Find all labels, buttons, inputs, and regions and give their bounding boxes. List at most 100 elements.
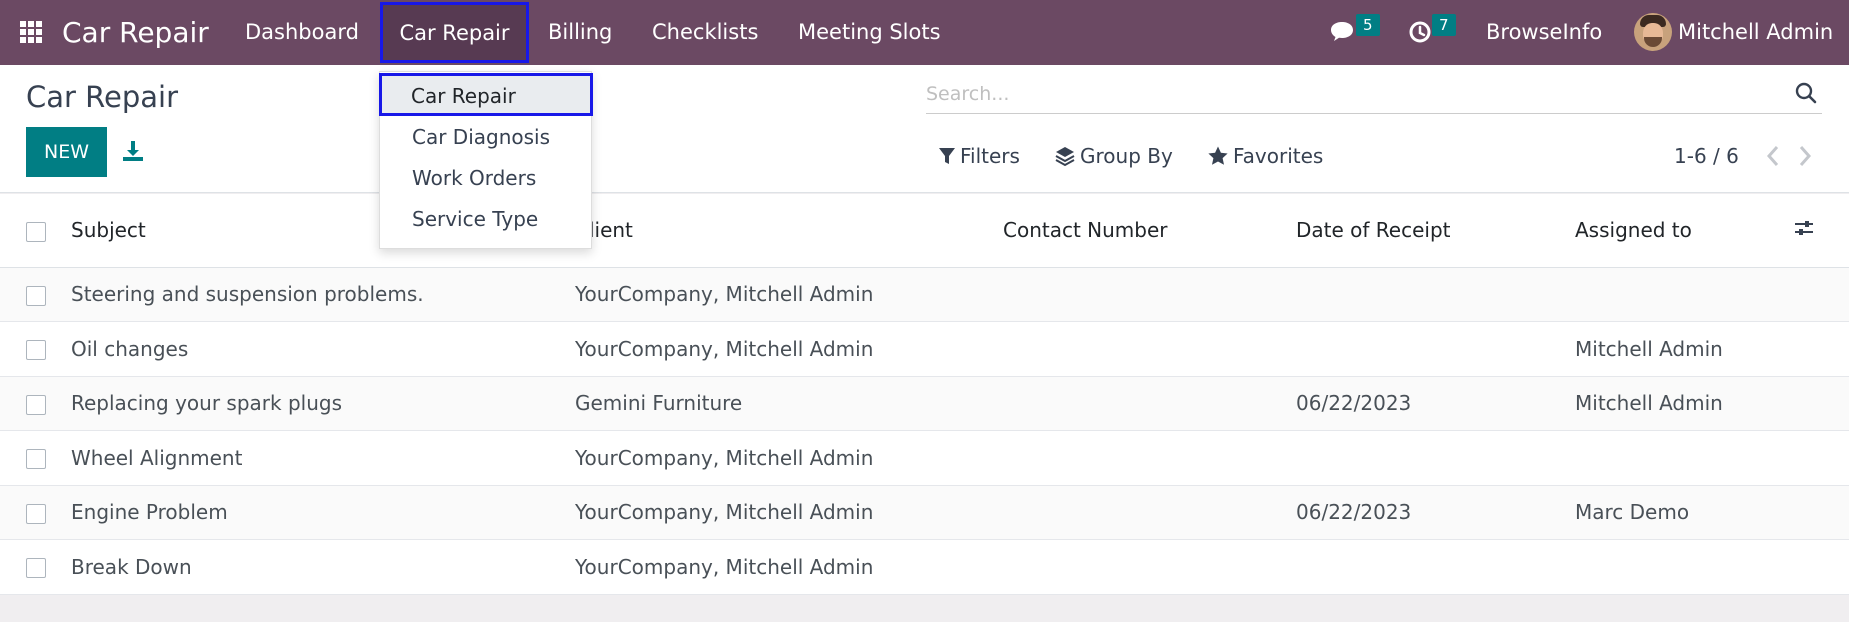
cell-subject[interactable]: Break Down	[71, 539, 575, 595]
row-checkbox[interactable]	[26, 340, 46, 361]
table-row[interactable]: Break Down YourCompany, Mitchell Admin	[0, 539, 1849, 595]
cell-contact[interactable]	[1003, 485, 1296, 540]
dropdown-item-work-orders[interactable]: Work Orders	[380, 158, 591, 199]
menu-meeting-slots[interactable]: Meeting Slots	[798, 0, 941, 65]
top-navbar: Car Repair Dashboard Car Repair Billing …	[0, 0, 1849, 65]
table-row[interactable]: Oil changes YourCompany, Mitchell Admin …	[0, 321, 1849, 377]
favorites-toggle[interactable]: Favorites	[1207, 141, 1323, 171]
menu-billing[interactable]: Billing	[548, 0, 612, 65]
menu-dashboard[interactable]: Dashboard	[245, 0, 359, 65]
cell-empty	[1793, 321, 1849, 377]
new-button[interactable]: NEW	[26, 127, 107, 177]
cell-empty	[1793, 430, 1849, 486]
company-switcher[interactable]: BrowseInfo	[1486, 0, 1602, 65]
header-contact-number[interactable]: Contact Number	[1003, 194, 1296, 268]
table-row[interactable]: Wheel Alignment YourCompany, Mitchell Ad…	[0, 430, 1849, 486]
dropdown-item-service-type[interactable]: Service Type	[380, 199, 591, 240]
search-bar	[926, 73, 1822, 114]
search-input[interactable]	[926, 77, 1766, 111]
row-select-cell	[0, 430, 71, 486]
cell-date[interactable]	[1296, 321, 1575, 377]
header-client[interactable]: Client	[575, 194, 1003, 268]
filter-icon	[939, 148, 955, 164]
sliders-icon[interactable]	[1793, 217, 1815, 239]
cell-empty	[1793, 539, 1849, 595]
cell-client[interactable]: YourCompany, Mitchell Admin	[575, 485, 1003, 540]
cell-date[interactable]	[1296, 267, 1575, 322]
row-select-cell	[0, 539, 71, 595]
cell-date[interactable]	[1296, 539, 1575, 595]
row-select-cell	[0, 376, 71, 431]
cell-client[interactable]: YourCompany, Mitchell Admin	[575, 267, 1003, 322]
row-checkbox[interactable]	[26, 394, 46, 415]
chevron-right-icon[interactable]	[1794, 143, 1816, 169]
star-icon	[1208, 146, 1228, 165]
cell-assigned[interactable]: Marc Demo	[1575, 485, 1793, 540]
search-icon[interactable]	[1794, 81, 1818, 105]
table-row[interactable]: Steering and suspension problems. YourCo…	[0, 267, 1849, 322]
messages-icon[interactable]	[1328, 0, 1356, 65]
row-select-cell	[0, 267, 71, 322]
cell-contact[interactable]	[1003, 267, 1296, 322]
cell-date[interactable]: 06/22/2023	[1296, 376, 1575, 431]
layers-icon	[1055, 147, 1075, 167]
dropdown-item-car-repair[interactable]: Car Repair	[379, 73, 593, 116]
dropdown-item-car-diagnosis[interactable]: Car Diagnosis	[380, 117, 591, 158]
table-row[interactable]: Replacing your spark plugs Gemini Furnit…	[0, 376, 1849, 431]
row-select-cell	[0, 321, 71, 377]
table-row[interactable]: Engine Problem YourCompany, Mitchell Adm…	[0, 485, 1849, 540]
cell-empty	[1793, 267, 1849, 322]
activity-clock-icon[interactable]	[1408, 0, 1434, 65]
cell-assigned[interactable]: Mitchell Admin	[1575, 376, 1793, 431]
filters-toggle[interactable]: Filters	[938, 141, 1020, 171]
row-checkbox[interactable]	[26, 285, 46, 306]
cell-contact[interactable]	[1003, 539, 1296, 595]
cell-subject[interactable]: Wheel Alignment	[71, 430, 575, 486]
favorites-label: Favorites	[1233, 144, 1324, 168]
control-panel: Car Repair NEW Filters Group By Favorite…	[0, 65, 1849, 193]
filters-label: Filters	[960, 144, 1020, 168]
user-menu[interactable]: Mitchell Admin	[1678, 0, 1833, 65]
cell-contact[interactable]	[1003, 430, 1296, 486]
optional-columns-cell	[1793, 194, 1849, 268]
cell-assigned[interactable]	[1575, 539, 1793, 595]
car-repair-dropdown: Car Repair Car Diagnosis Work Orders Ser…	[379, 71, 593, 249]
row-select-cell	[0, 485, 71, 540]
download-icon[interactable]	[121, 139, 145, 163]
cell-empty	[1793, 376, 1849, 431]
cell-assigned[interactable]	[1575, 430, 1793, 486]
activities-count-badge: 7	[1432, 14, 1456, 36]
row-checkbox[interactable]	[26, 449, 46, 470]
menu-checklists[interactable]: Checklists	[652, 0, 758, 65]
cell-client[interactable]: Gemini Furniture	[575, 376, 1003, 431]
cell-empty	[1793, 485, 1849, 540]
cell-assigned[interactable]	[1575, 267, 1793, 322]
cell-subject[interactable]: Oil changes	[71, 321, 575, 377]
row-checkbox[interactable]	[26, 558, 46, 579]
cell-date[interactable]	[1296, 430, 1575, 486]
pager-value[interactable]: 1-6 / 6	[1674, 141, 1739, 171]
header-assigned-to[interactable]: Assigned to	[1575, 194, 1793, 268]
user-avatar[interactable]	[1634, 13, 1672, 51]
list-view: Subject Client Contact Number Date of Re…	[0, 194, 1849, 595]
menu-car-repair[interactable]: Car Repair	[380, 2, 529, 63]
groupby-label: Group By	[1080, 144, 1173, 168]
app-title[interactable]: Car Repair	[62, 0, 209, 65]
chevron-left-icon[interactable]	[1762, 143, 1784, 169]
cell-contact[interactable]	[1003, 376, 1296, 431]
cell-date[interactable]: 06/22/2023	[1296, 485, 1575, 540]
cell-client[interactable]: YourCompany, Mitchell Admin	[575, 539, 1003, 595]
cell-subject[interactable]: Engine Problem	[71, 485, 575, 540]
apps-grid-icon[interactable]	[20, 21, 42, 43]
header-date-of-receipt[interactable]: Date of Receipt	[1296, 194, 1575, 268]
cell-subject[interactable]: Steering and suspension problems.	[71, 267, 575, 322]
row-checkbox[interactable]	[26, 503, 46, 524]
cell-subject[interactable]: Replacing your spark plugs	[71, 376, 575, 431]
cell-client[interactable]: YourCompany, Mitchell Admin	[575, 430, 1003, 486]
cell-client[interactable]: YourCompany, Mitchell Admin	[575, 321, 1003, 377]
select-all-checkbox[interactable]	[26, 221, 46, 242]
groupby-toggle[interactable]: Group By	[1054, 141, 1173, 171]
cell-contact[interactable]	[1003, 321, 1296, 377]
records-table: Subject Client Contact Number Date of Re…	[0, 194, 1849, 595]
cell-assigned[interactable]: Mitchell Admin	[1575, 321, 1793, 377]
